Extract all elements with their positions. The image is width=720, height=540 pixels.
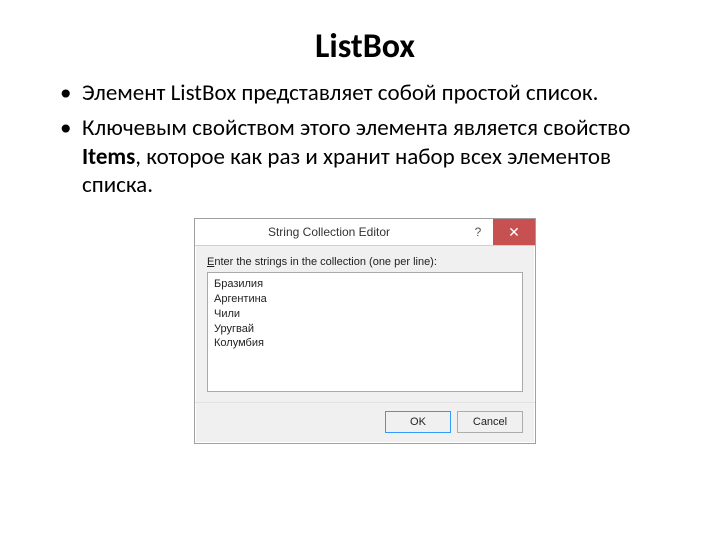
bullet-list: Элемент ListBox представляет собой прост… [60,79,670,200]
textarea-line: Уругвай [214,322,516,337]
prompt-text: nter the strings in the collection (one … [214,256,437,268]
bullet-item: Элемент ListBox представляет собой прост… [60,79,670,108]
close-icon: ✕ [508,224,520,241]
bullet-text: Ключевым свойством этого элемента являет… [82,114,630,142]
dialog-body: Enter the strings in the collection (one… [195,246,535,396]
textarea-line: Чили [214,307,516,322]
dialog-titlebar: String Collection Editor ? ✕ [195,219,535,246]
ok-button[interactable]: OK [385,411,451,433]
bullet-item: Ключевым свойством этого элемента являет… [60,114,670,200]
bullet-text: ListBox [171,79,237,107]
textarea-line: Бразилия [214,277,516,292]
strings-textarea[interactable]: Бразилия Аргентина Чили Уругвай Колумбия [207,272,523,392]
dialog-prompt: Enter the strings in the collection (one… [207,256,523,268]
close-button[interactable]: ✕ [493,219,535,245]
help-button[interactable]: ? [463,219,493,245]
bullet-bold: Items [82,143,135,171]
dialog-title: String Collection Editor [195,219,463,245]
dialog-button-row: OK Cancel [195,402,535,443]
textarea-line: Аргентина [214,292,516,307]
bullet-text: Элемент [82,79,171,107]
bullet-text: представляет собой простой список. [236,79,598,107]
textarea-line: Колумбия [214,336,516,351]
cancel-button[interactable]: Cancel [457,411,523,433]
string-collection-editor-dialog: String Collection Editor ? ✕ Enter the s… [194,218,536,444]
bullet-text: , которое как раз и хранит набор всех эл… [82,143,611,200]
slide-title: ListBox [60,26,670,67]
